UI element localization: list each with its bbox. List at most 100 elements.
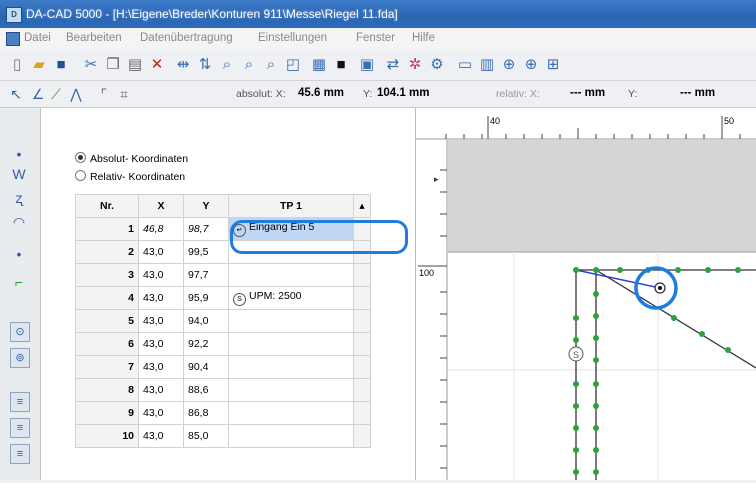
scroll-up-icon[interactable]: ▴	[353, 194, 371, 218]
menu-einstellungen[interactable]: Einstellungen	[258, 32, 327, 44]
row-x[interactable]: 43,0	[138, 286, 184, 310]
row-x[interactable]: 43,0	[138, 355, 184, 379]
window-icon[interactable]: ▭	[456, 56, 474, 74]
list-middle-icon[interactable]: ≡	[10, 418, 30, 438]
fill-black-icon[interactable]: ■	[332, 56, 350, 74]
row-tp1[interactable]	[228, 401, 354, 425]
absolute-radio[interactable]	[75, 152, 86, 163]
transfer-icon[interactable]: ⇄	[384, 56, 402, 74]
table-row[interactable]: 3 43,0 97,7	[75, 263, 371, 287]
column-header-tp1[interactable]: TP 1	[228, 194, 354, 218]
row-y[interactable]: 90,4	[183, 355, 229, 379]
select-arrow-icon[interactable]: ↖	[8, 86, 24, 102]
row-y[interactable]: 86,8	[183, 401, 229, 425]
row-tp1[interactable]	[228, 309, 354, 333]
row-tp1[interactable]	[228, 263, 354, 287]
row-x[interactable]: 43,0	[138, 332, 184, 356]
settings-icon[interactable]: ⚙	[428, 56, 446, 74]
table-row[interactable]: 9 43,0 86,8	[75, 401, 371, 425]
arc-tool-icon[interactable]: ◠	[8, 212, 30, 232]
row-x[interactable]: 43,0	[138, 309, 184, 333]
row-y[interactable]: 88,6	[183, 378, 229, 402]
table-row[interactable]: 6 43,0 92,2	[75, 332, 371, 356]
scrollbar-track[interactable]	[353, 309, 371, 333]
absolute-coordinates-option[interactable]: Absolut- Koordinaten	[75, 152, 188, 165]
scrollbar-track[interactable]	[353, 401, 371, 425]
wave-tool-icon[interactable]: ʐ	[8, 188, 30, 208]
zoom-reset-icon[interactable]: ⊚	[10, 348, 30, 368]
relative-coordinates-option[interactable]: Relativ- Koordinaten	[75, 170, 185, 183]
contour-path[interactable]	[575, 269, 756, 480]
scrollbar-track[interactable]	[353, 332, 371, 356]
insert-point-icon[interactable]: ⊕	[500, 56, 518, 74]
row-tp1[interactable]: S UPM: 2500	[228, 286, 354, 310]
row-x[interactable]: 43,0	[138, 263, 184, 287]
table-row[interactable]: 7 43,0 90,4	[75, 355, 371, 379]
paste-icon[interactable]: ▤	[126, 56, 144, 74]
table-view-icon[interactable]: ▥	[478, 56, 496, 74]
draw-line-icon[interactable]: ∠	[30, 86, 46, 102]
row-x[interactable]: 46,8	[138, 217, 184, 241]
machine-icon[interactable]: ✲	[406, 56, 424, 74]
zigzag-tool-icon[interactable]: W	[8, 164, 30, 184]
menu-hilfe[interactable]: Hilfe	[412, 32, 435, 44]
scrollbar-track[interactable]	[353, 355, 371, 379]
relative-radio[interactable]	[75, 170, 86, 181]
scrollbar-track[interactable]	[353, 424, 371, 448]
corner-point-icon[interactable]: ⌐	[8, 272, 30, 292]
menu-datei[interactable]: Datei	[24, 32, 51, 44]
single-point-icon[interactable]: •	[8, 244, 30, 264]
point-tool-icon[interactable]: •	[8, 144, 30, 164]
menu-fenster[interactable]: Fenster	[356, 32, 395, 44]
row-tp1[interactable]	[228, 332, 354, 356]
row-tp1[interactable]	[228, 355, 354, 379]
menu-bearbeiten[interactable]: Bearbeiten	[66, 32, 122, 44]
column-header-x[interactable]: X	[138, 194, 184, 218]
drawing-canvas[interactable]: 40 50 100 ▸ S	[416, 108, 756, 480]
zoom-in-icon[interactable]: ⌕	[218, 56, 236, 74]
table-row[interactable]: 8 43,0 88,6	[75, 378, 371, 402]
row-y[interactable]: 92,2	[183, 332, 229, 356]
zoom-out-icon[interactable]: ⌕	[240, 56, 258, 74]
cut-icon[interactable]: ✂	[82, 56, 100, 74]
table-row[interactable]: 5 43,0 94,0	[75, 309, 371, 333]
row-x[interactable]: 43,0	[138, 424, 184, 448]
column-header-nr[interactable]: Nr.	[75, 194, 139, 218]
scrollbar-track[interactable]	[353, 378, 371, 402]
zoom-tool-icon[interactable]: ⊙	[10, 322, 30, 342]
row-tp1[interactable]	[228, 378, 354, 402]
table-row[interactable]: 4 43,0 95,9 S UPM: 2500	[75, 286, 371, 310]
insert-point-after-icon[interactable]: ⊕	[522, 56, 540, 74]
scrollbar-track[interactable]	[353, 286, 371, 310]
document-icon[interactable]	[6, 32, 20, 46]
row-tp1[interactable]	[228, 424, 354, 448]
zoom-fit-icon[interactable]: ⌕	[262, 56, 280, 74]
row-y[interactable]: 94,0	[183, 309, 229, 333]
new-file-icon[interactable]: ▯	[8, 56, 26, 74]
scrollbar-track[interactable]	[353, 263, 371, 287]
row-x[interactable]: 43,0	[138, 401, 184, 425]
delete-icon[interactable]: ✕	[148, 56, 166, 74]
mirror-vertical-icon[interactable]: ⇅	[196, 56, 214, 74]
row-x[interactable]: 43,0	[138, 378, 184, 402]
table-row[interactable]: 10 43,0 85,0	[75, 424, 371, 448]
row-y[interactable]: 97,7	[183, 263, 229, 287]
canvas-svg[interactable]: 40 50 100 ▸ S	[416, 108, 756, 480]
copy-icon[interactable]: ❐	[104, 56, 122, 74]
list-down-icon[interactable]: ≡	[10, 444, 30, 464]
save-icon[interactable]: ■	[52, 56, 70, 74]
draw-polyline-icon[interactable]: ⟋	[48, 86, 64, 102]
mirror-horizontal-icon[interactable]: ⇹	[174, 56, 192, 74]
row-y[interactable]: 99,5	[183, 240, 229, 264]
row-x[interactable]: 43,0	[138, 240, 184, 264]
contour-nodes[interactable]	[573, 267, 741, 475]
draw-angle-icon[interactable]: ⋀	[68, 86, 84, 102]
zoom-window-icon[interactable]: ◰	[284, 56, 302, 74]
grid-icon[interactable]: ▦	[310, 56, 328, 74]
append-point-icon[interactable]: ⊞	[544, 56, 562, 74]
column-header-y[interactable]: Y	[183, 194, 229, 218]
row-y[interactable]: 98,7	[183, 217, 229, 241]
menu-datenuebertragung[interactable]: Datenübertragung	[140, 32, 233, 44]
row-y[interactable]: 85,0	[183, 424, 229, 448]
node-tool-icon[interactable]: ⌗	[116, 86, 132, 102]
